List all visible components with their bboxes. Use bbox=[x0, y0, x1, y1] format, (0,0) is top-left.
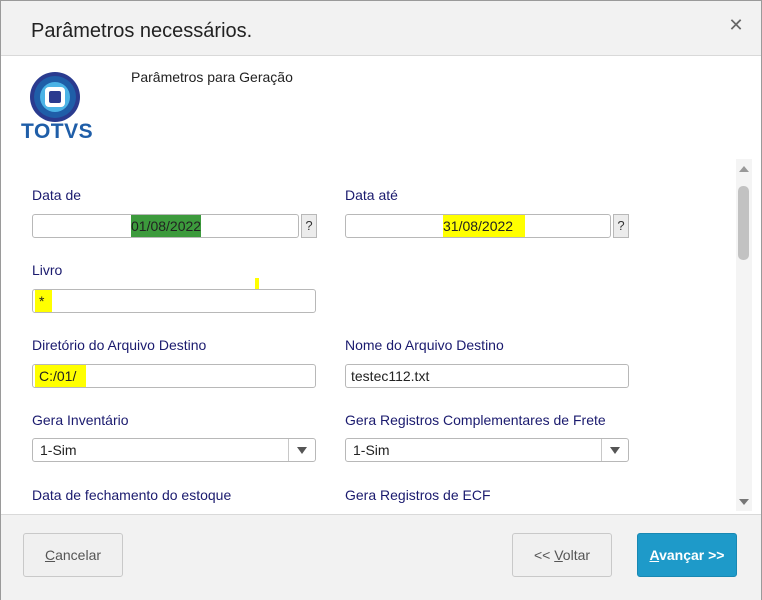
gera-ecf-label: Gera Registros de ECF bbox=[345, 487, 491, 503]
data-ate-label: Data até bbox=[345, 187, 398, 203]
gera-inventario-value: 1-Sim bbox=[40, 442, 77, 458]
parameters-dialog: Parâmetros necessários. ✕ TOTVS Parâmetr… bbox=[0, 0, 762, 600]
dialog-titlebar: Parâmetros necessários. ✕ bbox=[1, 1, 761, 56]
nome-arquivo-value: testec112.txt bbox=[351, 368, 430, 384]
scrollbar-thumb[interactable] bbox=[738, 186, 749, 260]
data-ate-value: 31/08/2022 bbox=[443, 215, 526, 237]
diretorio-label: Diretório do Arquivo Destino bbox=[32, 337, 207, 353]
back-button[interactable]: << Voltar bbox=[512, 533, 612, 577]
data-de-label: Data de bbox=[32, 187, 82, 203]
data-fechamento-label: Data de fechamento do estoque bbox=[32, 487, 232, 503]
diretorio-input[interactable]: C:/01/ bbox=[32, 364, 316, 388]
diretorio-value: C:/01/ bbox=[35, 365, 87, 387]
livro-input[interactable]: * bbox=[32, 289, 316, 313]
scroll-down-icon[interactable] bbox=[739, 499, 749, 505]
chevron-down-icon[interactable] bbox=[601, 439, 628, 461]
totvs-logo-text: TOTVS bbox=[21, 120, 94, 143]
data-de-value: 01/08/2022 bbox=[131, 215, 202, 237]
gera-frete-label: Gera Registros Complementares de Frete bbox=[345, 412, 606, 428]
next-button[interactable]: Avançar >> bbox=[637, 533, 737, 577]
gera-frete-select[interactable]: 1-Sim bbox=[345, 438, 629, 462]
nome-arquivo-input[interactable]: testec112.txt bbox=[345, 364, 629, 388]
close-icon[interactable]: ✕ bbox=[727, 17, 745, 35]
data-de-input[interactable]: 01/08/2022 bbox=[32, 214, 299, 238]
scroll-up-icon[interactable] bbox=[739, 166, 749, 172]
livro-value: * bbox=[35, 290, 53, 312]
nome-arquivo-label: Nome do Arquivo Destino bbox=[345, 337, 504, 353]
gera-inventario-select[interactable]: 1-Sim bbox=[32, 438, 316, 462]
data-ate-input[interactable]: 31/08/2022 bbox=[345, 214, 611, 238]
livro-label: Livro bbox=[32, 262, 63, 278]
data-ate-help-button[interactable]: ? bbox=[613, 214, 629, 238]
dialog-title: Parâmetros necessários. bbox=[31, 20, 253, 42]
data-de-help-button[interactable]: ? bbox=[301, 214, 317, 238]
gera-inventario-label: Gera Inventário bbox=[32, 412, 129, 428]
cancel-button[interactable]: Cancelar bbox=[23, 533, 123, 577]
chevron-down-icon[interactable] bbox=[288, 439, 315, 461]
section-subtitle: Parâmetros para Geração bbox=[131, 69, 293, 85]
gera-frete-value: 1-Sim bbox=[353, 442, 390, 458]
